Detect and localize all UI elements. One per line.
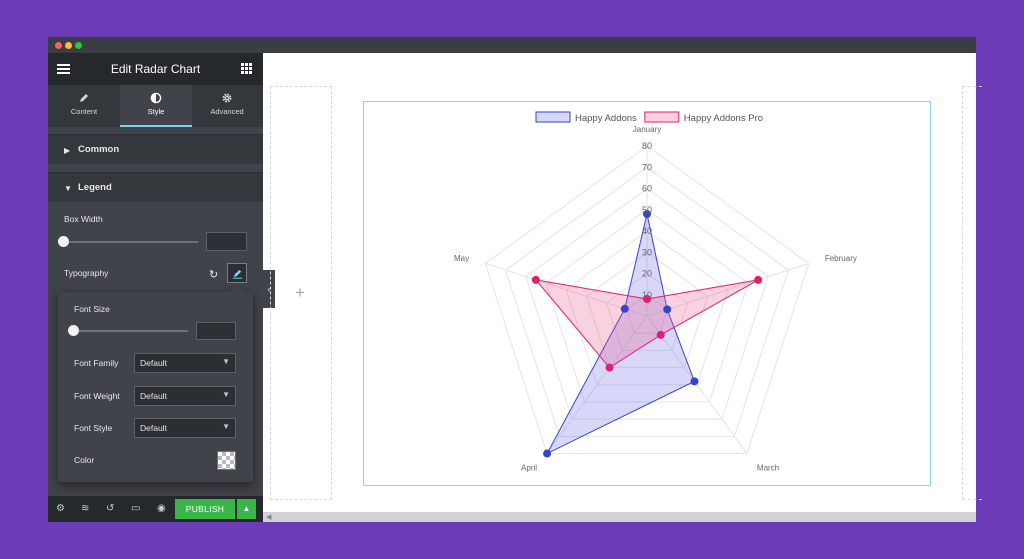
- panel-title: Edit Radar Chart: [110, 62, 201, 76]
- close-window-button[interactable]: [55, 42, 62, 49]
- reset-icon[interactable]: ↻: [209, 268, 218, 281]
- caret-right-icon: ▶: [64, 146, 71, 155]
- tick-label: 20: [642, 269, 652, 279]
- tick-label: 70: [642, 162, 652, 172]
- category-label: May: [454, 254, 469, 263]
- typography-edit-button[interactable]: [227, 263, 247, 283]
- box-width-slider-handle[interactable]: [58, 236, 69, 247]
- data-point: [690, 377, 699, 386]
- data-point: [663, 305, 672, 314]
- gear-icon: [222, 93, 232, 103]
- settings-gear-icon[interactable]: ⚙: [56, 503, 65, 514]
- panel-tabs: Content Style Advanced: [48, 85, 263, 127]
- data-point: [620, 304, 629, 313]
- font-style-label: Font Style: [74, 423, 113, 433]
- section-legend[interactable]: ▼ Legend: [48, 172, 263, 202]
- caret-down-icon: ▼: [64, 184, 72, 193]
- chevron-down-icon: ▼: [222, 357, 230, 366]
- font-weight-label: Font Weight: [74, 391, 120, 401]
- tick-label: 10: [642, 290, 652, 300]
- publish-options-caret-icon[interactable]: ▲: [237, 499, 256, 519]
- section-legend-title: Legend: [78, 182, 112, 193]
- tab-style-label: Style: [147, 107, 165, 116]
- responsive-desktop-icon[interactable]: ▭: [131, 503, 140, 514]
- preview-eye-icon[interactable]: ◉: [157, 503, 166, 514]
- font-size-label: Font Size: [74, 304, 110, 314]
- color-picker-swatch[interactable]: [217, 451, 236, 470]
- tick-label: 40: [642, 226, 652, 236]
- font-family-select[interactable]: Default ▼: [134, 353, 236, 373]
- legend-swatch: [644, 111, 680, 123]
- chevron-down-icon: ▼: [222, 422, 230, 431]
- box-width-label: Box Width: [64, 214, 103, 224]
- legend-label: Happy Addons: [575, 113, 637, 124]
- data-point: [605, 363, 614, 372]
- legend-swatch: [535, 111, 571, 123]
- pencil-icon: [232, 269, 242, 279]
- box-width-input[interactable]: [206, 232, 247, 251]
- section-common-title: Common: [78, 144, 120, 155]
- horizontal-scrollbar[interactable]: [263, 512, 976, 522]
- font-family-value: Default: [140, 358, 167, 368]
- minimize-window-button[interactable]: [65, 42, 72, 49]
- publish-button[interactable]: PUBLISH: [175, 499, 235, 519]
- font-size-slider-track[interactable]: [74, 330, 188, 332]
- empty-column-placeholder-right[interactable]: [962, 86, 982, 500]
- panel-header: Edit Radar Chart: [48, 53, 263, 85]
- add-section-plus-icon[interactable]: +: [295, 283, 305, 303]
- font-weight-select[interactable]: Default ▼: [134, 386, 236, 406]
- typography-label: Typography: [64, 268, 109, 278]
- font-size-slider-handle[interactable]: [68, 325, 79, 336]
- tab-style[interactable]: Style: [120, 85, 192, 127]
- tab-content[interactable]: Content: [48, 85, 120, 127]
- window-titlebar: [48, 37, 976, 53]
- tick-label: 50: [642, 205, 652, 215]
- category-label: February: [825, 254, 857, 263]
- font-weight-value: Default: [140, 391, 167, 401]
- legend-label: Happy Addons Pro: [684, 113, 763, 124]
- pencil-icon: [80, 94, 88, 102]
- scroll-left-arrow-icon[interactable]: ◀: [266, 513, 271, 521]
- tick-label: 60: [642, 184, 652, 194]
- box-width-slider-track[interactable]: [64, 241, 198, 243]
- tab-content-label: Content: [70, 107, 98, 116]
- category-label: April: [521, 463, 537, 472]
- section-common[interactable]: ▶ Common: [48, 134, 263, 164]
- tab-advanced[interactable]: Advanced: [191, 85, 263, 127]
- data-point: [656, 330, 665, 339]
- font-size-input[interactable]: [196, 322, 236, 340]
- data-point: [531, 275, 540, 284]
- color-label: Color: [74, 455, 95, 465]
- tick-label: 30: [642, 247, 652, 257]
- half-circle-icon: [150, 92, 162, 104]
- font-style-select[interactable]: Default ▼: [134, 418, 236, 438]
- widgets-grid-icon[interactable]: [241, 63, 252, 74]
- radar-chart: 10 20 30 40 50 60 70 80 January February March Apri…: [454, 111, 857, 472]
- maximize-window-button[interactable]: [75, 42, 82, 49]
- tick-label: 80: [642, 141, 652, 151]
- tab-advanced-label: Advanced: [210, 107, 244, 116]
- category-label: March: [757, 463, 779, 472]
- font-family-label: Font Family: [74, 358, 119, 368]
- data-point: [754, 275, 763, 284]
- chevron-down-icon: ▼: [222, 390, 230, 399]
- font-style-value: Default: [140, 423, 167, 433]
- radar-chart-widget[interactable]: 10 20 30 40 50 60 70 80 January February March Apri…: [363, 101, 931, 486]
- category-label: January: [633, 125, 661, 134]
- history-icon[interactable]: ↺: [106, 503, 114, 514]
- data-point: [543, 449, 552, 458]
- layers-icon[interactable]: ≋: [81, 503, 89, 514]
